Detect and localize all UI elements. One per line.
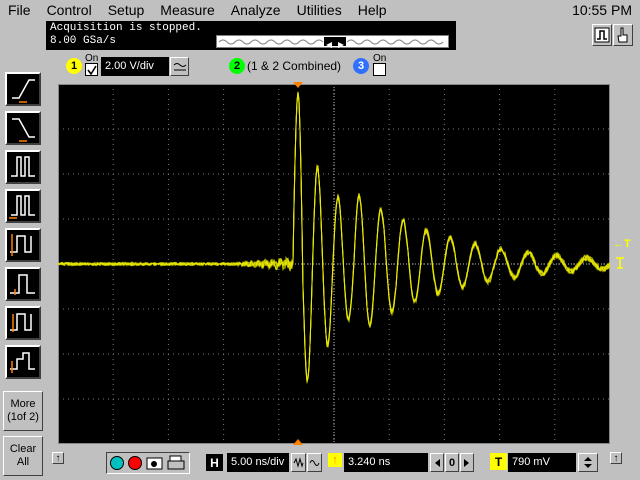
period-icon <box>10 234 32 256</box>
clear-all-button[interactable]: Clear All <box>3 436 43 476</box>
left-toolbar: More (1of 2) Clear All <box>0 56 46 480</box>
falling-edge-icon <box>12 118 35 142</box>
duty-cycle-button[interactable] <box>5 306 41 340</box>
run-button[interactable] <box>110 456 124 470</box>
channel-2-label: (1 & 2 Combined) <box>247 59 342 73</box>
trigger-position-top-icon <box>293 82 303 88</box>
duty-cycle-icon <box>10 313 32 332</box>
menu-setup[interactable]: Setup <box>100 0 153 21</box>
bottom-right-arrow-button[interactable]: ↑ <box>610 452 622 464</box>
horizontal-zoom-out[interactable] <box>307 453 322 472</box>
scope-display[interactable] <box>57 84 611 444</box>
trigger-mode-button[interactable] <box>592 24 612 46</box>
horizontal-scale-field[interactable]: 5.00 ns/div <box>227 453 289 472</box>
overview-window-marker[interactable] <box>324 37 346 48</box>
menu-measure[interactable]: Measure <box>152 0 222 21</box>
channel-3-on-checkbox[interactable] <box>373 63 386 76</box>
trigger-level-field[interactable]: 790 mV <box>508 453 576 472</box>
channel-1-scale-adjust[interactable] <box>170 57 189 76</box>
position-left-button[interactable] <box>430 453 444 472</box>
horizontal-zoom-in[interactable] <box>291 453 306 472</box>
pulse-icon <box>594 27 610 43</box>
position-center-button[interactable]: 0 <box>445 453 459 472</box>
channel-1-on-checkbox[interactable] <box>85 63 98 76</box>
status-line-1: Acquisition is stopped. <box>50 22 202 34</box>
menu-help[interactable]: Help <box>350 0 395 21</box>
channel-2-number[interactable]: 2 <box>229 58 245 74</box>
rising-edge-icon <box>12 79 35 103</box>
hand-pointer-icon <box>617 27 628 43</box>
trigger-position-bottom-icon <box>293 439 303 445</box>
rise-time-button[interactable] <box>5 189 41 223</box>
wave-stretch-icon <box>309 460 320 466</box>
pulse-width-button[interactable] <box>5 150 41 184</box>
spinner-arrows-icon <box>584 457 592 468</box>
bottom-arrow-button[interactable]: ↑ <box>52 452 64 464</box>
checkmark-icon <box>87 65 97 76</box>
waveform-overview[interactable] <box>216 35 449 48</box>
waveform-graticule <box>57 84 611 444</box>
menu-control[interactable]: Control <box>39 0 100 21</box>
wave-squeeze-icon <box>293 457 304 468</box>
channel-1-scale-field[interactable]: 2.00 V/div <box>101 57 169 76</box>
rising-edge-button[interactable] <box>5 72 41 106</box>
menu-file[interactable]: File <box>0 0 39 21</box>
menu-analyze[interactable]: Analyze <box>223 0 289 21</box>
camera-icon[interactable] <box>146 455 164 471</box>
stop-button[interactable] <box>128 456 142 470</box>
frequency-icon <box>10 274 35 295</box>
period-button[interactable] <box>5 228 41 262</box>
printer-icon[interactable] <box>167 455 185 471</box>
delta-time-icon <box>10 352 35 373</box>
frequency-button[interactable] <box>5 267 41 301</box>
menu-utilities[interactable]: Utilities <box>289 0 350 21</box>
trigger-level-spinner[interactable] <box>578 453 598 472</box>
channel-3-number[interactable]: 3 <box>353 58 369 74</box>
delta-time-button[interactable] <box>5 345 41 379</box>
overview-marker-icon <box>326 42 344 48</box>
falling-edge-button[interactable] <box>5 111 41 145</box>
bottom-bar: ↑ H 5.00 ns/div ↑ 3.240 ns 0 T 790 mV ↑ <box>46 448 640 480</box>
trigger-label: T <box>490 453 507 470</box>
wave-adjust-icon <box>173 62 186 70</box>
trigger-level-letter: T <box>624 238 631 250</box>
more-button[interactable]: More (1of 2) <box>3 391 43 431</box>
touch-button[interactable] <box>613 24 633 46</box>
arrow-left-icon <box>435 458 440 467</box>
channel-1-ground-icon <box>616 257 624 269</box>
horizontal-position-field[interactable]: 3.240 ns <box>344 453 428 472</box>
clock: 10:55 PM <box>572 2 632 18</box>
channel-bar: 1 On 2.00 V/div 2 (1 & 2 Combined) 3 On <box>46 51 640 81</box>
arrow-right-icon <box>464 458 469 467</box>
run-controls <box>106 452 190 474</box>
rise-time-icon <box>9 195 35 219</box>
channel-1-number[interactable]: 1 <box>66 58 82 74</box>
delay-arrow-icon: ↑ <box>328 453 342 467</box>
horizontal-label: H <box>206 454 223 471</box>
trigger-level-marker: ←T <box>613 238 631 250</box>
menu-bar: File Control Setup Measure Analyze Utili… <box>0 0 640 21</box>
pulse-width-icon <box>11 156 35 177</box>
position-right-button[interactable] <box>460 453 474 472</box>
